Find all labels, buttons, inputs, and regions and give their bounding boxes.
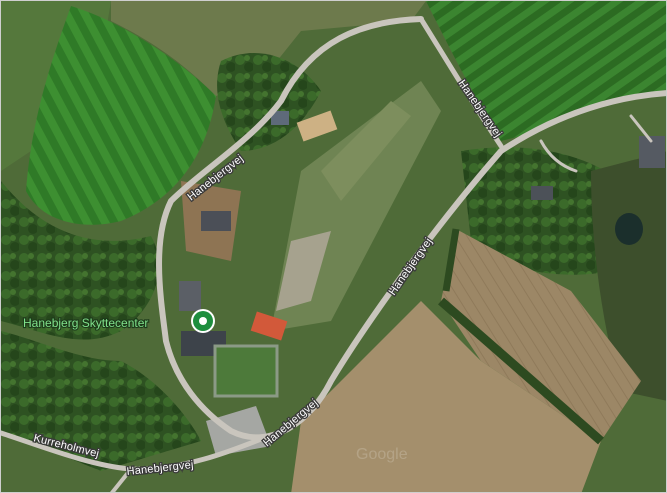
building — [179, 281, 201, 311]
map-watermark: Google — [356, 446, 408, 463]
farm-building — [531, 186, 553, 200]
pond — [615, 213, 643, 245]
map-canvas[interactable]: Hanebjergvej Hanebjergvej Hanebjergvej H… — [1, 1, 667, 493]
sports-pitch — [213, 344, 279, 398]
map-pin-icon[interactable] — [191, 309, 215, 333]
satellite-map[interactable]: Hanebjergvej Hanebjergvej Hanebjergvej H… — [0, 0, 667, 493]
poi-label[interactable]: Hanebjerg Skyttecenter — [22, 315, 150, 331]
building — [201, 211, 231, 231]
